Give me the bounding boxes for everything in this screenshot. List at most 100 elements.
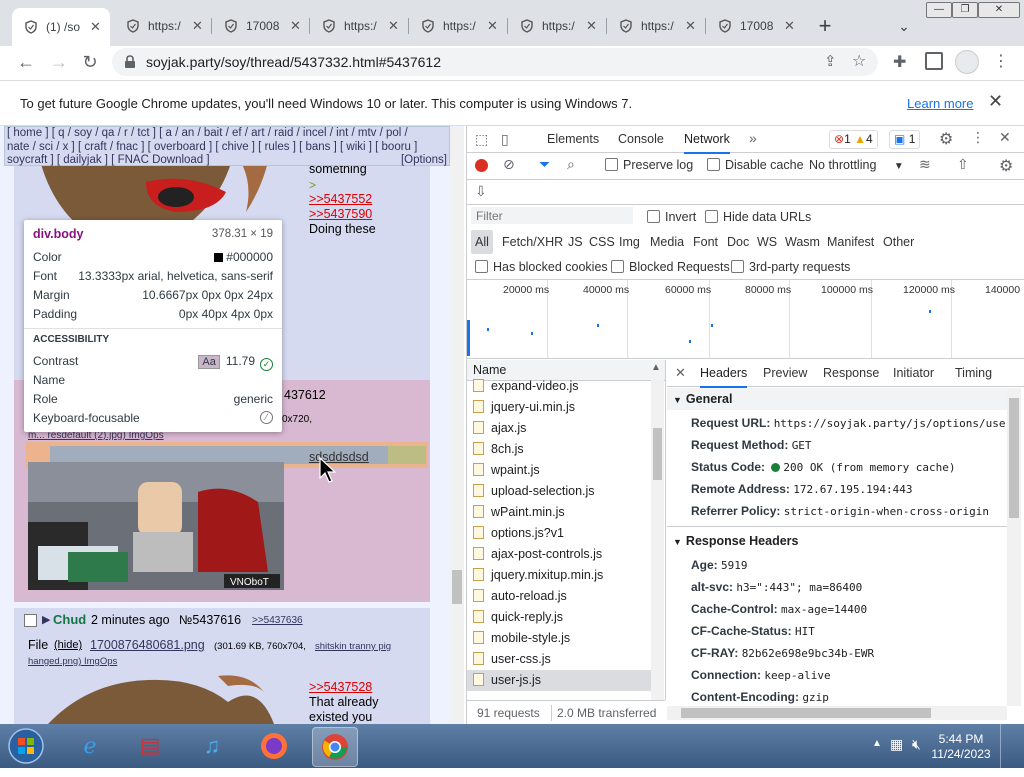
blocked-requests-checkbox[interactable] — [611, 260, 624, 273]
type-filter-doc[interactable]: Doc — [727, 230, 749, 254]
network-tray-icon[interactable]: ▦ — [890, 736, 903, 753]
scrollbar-thumb[interactable] — [681, 708, 931, 718]
close-icon[interactable]: ✕ — [675, 365, 686, 381]
tab-2[interactable]: https:/ ✕ — [114, 9, 210, 43]
tab-6[interactable]: https:/ ✕ — [508, 9, 604, 43]
type-filter-js[interactable]: JS — [568, 230, 583, 254]
request-row[interactable]: upload-selection.js — [473, 481, 595, 502]
inspect-cursor-icon[interactable]: ⬚ — [475, 131, 488, 148]
throttling-select[interactable]: No throttling ▼ — [809, 158, 904, 172]
type-filter-font[interactable]: Font — [693, 230, 718, 254]
third-party-checkbox[interactable] — [731, 260, 744, 273]
close-icon[interactable]: ✕ — [90, 19, 101, 35]
address-bar[interactable]: soyjak.party/soy/thread/5437332.html#543… — [112, 48, 878, 76]
tab-8[interactable]: 17008 ✕ — [706, 9, 802, 43]
type-filter-all[interactable]: All — [471, 230, 493, 254]
close-window-button[interactable]: ✕ — [978, 2, 1020, 18]
request-row[interactable]: ajax.js — [473, 418, 526, 439]
close-icon[interactable]: ✕ — [192, 18, 203, 34]
type-filter-css[interactable]: CSS — [589, 230, 615, 254]
tab-4[interactable]: https:/ ✕ — [310, 9, 406, 43]
details-h-scrollbar[interactable] — [667, 706, 1007, 720]
navbar-line[interactable]: [ home ] [ q / soy / qa / r / tct ] [ a … — [7, 127, 447, 141]
side-panel-icon[interactable] — [925, 52, 943, 70]
type-filter-wasm[interactable]: Wasm — [785, 230, 820, 254]
request-row[interactable]: jquery.mixitup.min.js — [473, 565, 603, 586]
tab-elements[interactable]: Elements — [547, 126, 599, 152]
hide-data-urls-checkbox[interactable] — [705, 210, 718, 223]
reply-link[interactable]: >>5437528 — [309, 680, 372, 694]
type-filter-media[interactable]: Media — [650, 230, 684, 254]
navbar-line[interactable]: nate / sci / x ] [ craft / fnac ] [ over… — [7, 141, 447, 155]
volume-muted-icon[interactable]: 🔇︎ — [912, 736, 921, 753]
search-icon[interactable]: ⌕ — [567, 156, 575, 173]
close-icon[interactable]: ✕ — [586, 18, 597, 34]
request-row[interactable]: ajax-post-controls.js — [473, 544, 602, 565]
show-desktop-button[interactable] — [1000, 724, 1024, 768]
invert-checkbox[interactable] — [647, 210, 660, 223]
tab-timing[interactable]: Timing — [955, 360, 992, 386]
post-checkbox[interactable] — [24, 614, 37, 627]
tab-search-chevron-icon[interactable]: ⌄ — [892, 14, 916, 38]
request-row[interactable]: auto-reload.js — [473, 586, 567, 607]
preserve-log-checkbox[interactable] — [605, 158, 618, 171]
profile-avatar[interactable] — [955, 50, 979, 74]
maximize-button[interactable]: ❐ — [952, 2, 978, 18]
firefox-icon[interactable] — [252, 727, 296, 765]
back-arrow-icon[interactable]: ← — [14, 50, 38, 74]
close-icon[interactable]: ✕ — [487, 18, 498, 34]
backlink[interactable]: >>5437636 — [252, 615, 303, 626]
filter-icon[interactable]: ⏷ — [539, 156, 550, 173]
scrollbar-thumb[interactable] — [452, 570, 462, 604]
request-row[interactable]: mobile-style.js — [473, 628, 570, 649]
messages-counter[interactable]: ▣ 1 — [889, 130, 921, 149]
network-timeline[interactable]: 20000 ms 40000 ms 60000 ms 80000 ms 1000… — [467, 280, 1024, 359]
more-tabs-icon[interactable]: » — [749, 130, 757, 146]
tab-preview[interactable]: Preview — [763, 360, 807, 386]
download-icon[interactable]: ⇩ — [475, 183, 487, 200]
close-icon[interactable]: ✕ — [999, 129, 1011, 146]
media-player-icon[interactable]: ♫ — [190, 727, 234, 765]
gear-icon[interactable]: ⚙ — [939, 129, 953, 149]
hide-link[interactable]: (hide) — [54, 639, 82, 651]
reply-link[interactable]: >>5437552 — [309, 192, 372, 206]
filter-input[interactable] — [471, 207, 633, 224]
gear-icon[interactable]: ⚙ — [999, 156, 1013, 176]
disable-cache-checkbox[interactable] — [707, 158, 720, 171]
chrome-icon[interactable] — [312, 727, 358, 767]
request-row-selected[interactable]: user-js.js — [467, 670, 657, 691]
triangle-right-icon[interactable]: ▶ — [42, 613, 50, 626]
tab-7[interactable]: https:/ ✕ — [607, 9, 703, 43]
close-icon[interactable]: ✕ — [388, 18, 399, 34]
internet-explorer-icon[interactable]: ℯ — [68, 727, 112, 765]
request-row[interactable]: user-css.js — [473, 649, 551, 670]
file-original-name[interactable]: shitskin tranny pig — [315, 641, 391, 652]
tab-3[interactable]: 17008 ✕ — [212, 9, 308, 43]
type-filter-manifest[interactable]: Manifest — [827, 230, 874, 254]
tray-arrow-icon[interactable]: ▲ — [872, 738, 882, 749]
request-list-scrollbar[interactable] — [651, 380, 664, 700]
details-scrollbar[interactable] — [1007, 388, 1021, 706]
tab-headers[interactable]: Headers — [700, 360, 748, 388]
file-link[interactable]: 1700876480681.png — [90, 638, 205, 652]
share-icon[interactable]: ⇪ — [824, 52, 837, 70]
tab-network[interactable]: Network — [684, 126, 730, 154]
close-icon[interactable]: ✕ — [290, 18, 301, 34]
system-clock[interactable]: 5:44 PM 11/24/2023 — [930, 732, 992, 762]
reply-link[interactable]: >>5437590 — [309, 207, 372, 221]
navbar-line[interactable]: soycraft ] [ dailyjak ] [ FNAC Download … — [7, 154, 210, 166]
post-2-image[interactable]: VNOboT — [28, 462, 284, 590]
type-filter-ws[interactable]: WS — [757, 230, 777, 254]
post-number[interactable]: №5437616 — [179, 613, 241, 627]
close-icon[interactable]: ✕ — [784, 18, 795, 34]
menu-kebab-icon[interactable]: ⋮ — [993, 51, 1009, 71]
file-explorer-icon[interactable]: ▤ — [128, 727, 172, 765]
request-row[interactable]: jquery-ui.min.js — [473, 397, 575, 418]
upload-icon[interactable]: ⇧ — [957, 156, 969, 173]
new-tab-button[interactable]: + — [812, 14, 838, 40]
scrollbar-thumb[interactable] — [653, 428, 662, 480]
request-row[interactable]: expand-video.js — [473, 376, 579, 397]
extensions-puzzle-icon[interactable]: ✚ — [893, 52, 906, 72]
type-filter-img[interactable]: Img — [619, 230, 640, 254]
scrollbar-thumb[interactable] — [1009, 398, 1019, 518]
